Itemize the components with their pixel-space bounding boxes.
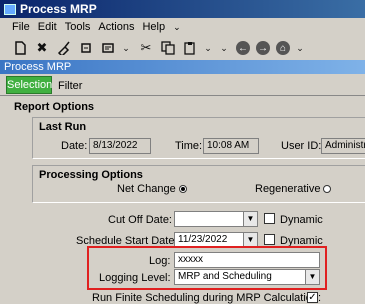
last-run-user-field: Administrat [321,138,365,154]
date-label: Date: [61,140,88,152]
cut-icon[interactable]: ✂ [138,40,154,56]
copy-icon[interactable] [160,40,176,56]
home-icon[interactable]: ⌂ [276,41,290,55]
tab-filter[interactable]: Filter [58,80,82,92]
processing-options-group: Processing Options Net Change Regenerati… [32,165,365,203]
menu-help[interactable]: Help [142,21,165,33]
chevron-down-icon[interactable]: ▼ [243,233,257,247]
net-change-label: Net Change [117,183,176,195]
menu-file[interactable]: File [12,21,30,33]
tab-selection[interactable]: Selection [6,76,52,94]
chevron-down-icon[interactable]: ▼ [305,270,319,284]
chevron-down-icon-3[interactable]: ⌄ [220,40,228,56]
regenerative-radio[interactable] [323,185,331,193]
last-run-heading: Last Run [39,121,87,133]
logging-level-value: MRP and Scheduling [178,271,272,282]
user-id-label: User ID: [281,140,322,152]
cutoff-date-input[interactable]: ▼ [174,211,258,227]
finite-scheduling-checkbox[interactable]: ✓ [307,292,318,303]
time-label: Time: [175,140,203,152]
clear-icon[interactable] [56,40,72,56]
report-options-heading: Report Options [14,101,95,113]
finite-scheduling-label: Run Finite Scheduling during MRP Calcula… [92,292,322,304]
net-change-radio[interactable] [179,185,187,193]
cutoff-dynamic-label: Dynamic [280,214,323,226]
title-bar: Process MRP [0,0,365,18]
last-run-group: Last Run Date: 8/13/2022 Time: 10:08 AM … [32,117,365,159]
menu-edit[interactable]: Edit [38,21,57,33]
app-icon [4,3,16,15]
menu-bar: File Edit Tools Actions Help ⌄ [0,18,365,36]
regenerative-label: Regenerative [255,183,321,195]
menu-actions[interactable]: Actions [98,21,134,33]
attachment-icon[interactable] [78,40,94,56]
forward-icon[interactable]: → [256,41,270,55]
delete-icon[interactable]: ✖ [34,40,50,56]
logging-level-label: Logging Level: [99,272,171,284]
chevron-down-icon-4[interactable]: ⌄ [296,40,304,56]
menu-tools[interactable]: Tools [65,21,91,33]
schedule-start-value: 11/23/2022 [178,234,228,245]
log-label: Log: [149,255,171,267]
back-icon[interactable]: ← [236,41,250,55]
chevron-down-icon-2[interactable]: ⌄ [204,40,212,56]
window-title: Process MRP [20,2,97,16]
form-title: Process MRP [0,60,365,74]
print-preview-icon[interactable] [100,40,116,56]
toolbar: ✖ ⌄ ✂ ⌄ ⌄ ← → ⌂ ⌄ [0,36,365,60]
chevron-down-icon[interactable]: ⌄ [122,40,130,56]
processing-options-heading: Processing Options [39,169,143,181]
cutoff-dynamic-checkbox[interactable] [264,213,275,224]
menu-more-icon[interactable]: ⌄ [173,22,181,33]
schedule-dynamic-checkbox[interactable] [264,234,275,245]
log-input[interactable]: xxxxx [174,252,320,268]
logging-level-select[interactable]: MRP and Scheduling ▼ [174,269,320,285]
last-run-date-field: 8/13/2022 [89,138,151,154]
tab-strip: Selection Filter [0,74,365,96]
selection-panel: Report Options Last Run Date: 8/13/2022 … [4,97,365,304]
last-run-time-field: 10:08 AM [203,138,259,154]
chevron-down-icon[interactable]: ▼ [243,212,257,226]
paste-icon[interactable] [182,40,198,56]
new-icon[interactable] [12,40,28,56]
cutoff-date-label: Cut Off Date: [108,214,172,226]
